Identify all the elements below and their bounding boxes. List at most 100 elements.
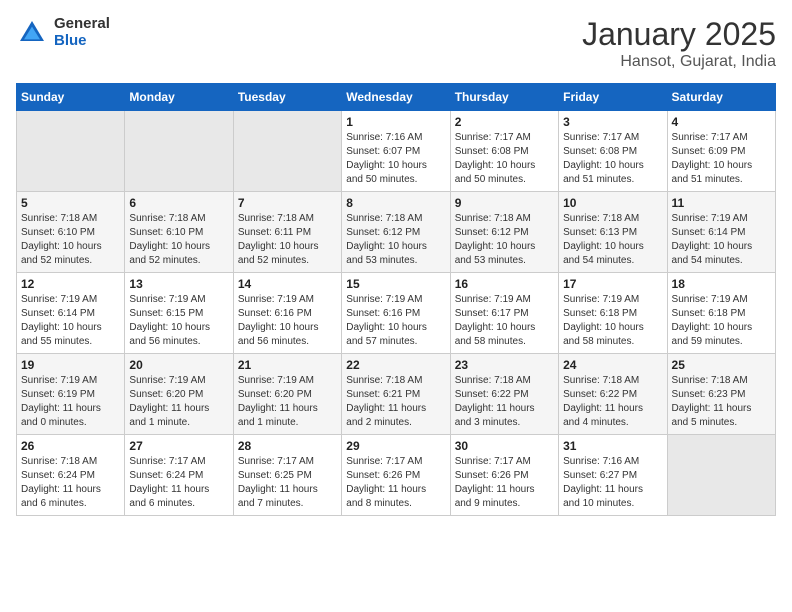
calendar-cell: 20Sunrise: 7:19 AM Sunset: 6:20 PM Dayli… (125, 354, 233, 435)
calendar-body: 1 Sunrise: 7:16 AM Sunset: 6:07 PM Daylig… (17, 111, 776, 516)
day-number: 9 (455, 196, 554, 210)
day-info: Sunrise: 7:19 AM Sunset: 6:14 PM Dayligh… (672, 212, 771, 268)
day-number: 14 (238, 277, 337, 291)
calendar-cell: 5 Sunrise: 7:18 AM Sunset: 6:10 PM Daylig… (17, 192, 125, 273)
day-number: 18 (672, 277, 771, 291)
day-number: 1 (346, 115, 445, 129)
day-number: 26 (21, 439, 120, 453)
day-info: Sunrise: 7:18 AM Sunset: 6:13 PM Dayligh… (563, 212, 662, 268)
calendar-subtitle: Hansot, Gujarat, India (582, 53, 776, 71)
day-info: Sunrise: 7:19 AM Sunset: 6:16 PM Dayligh… (346, 293, 445, 349)
calendar-cell: 14 Sunrise: 7:19 AM Sunset: 6:16 PM Dayli… (233, 273, 341, 354)
calendar-cell: 30 Sunrise: 7:17 AM Sunset: 6:26 PM Dayli… (450, 435, 558, 516)
day-number: 2 (455, 115, 554, 129)
logo-blue: Blue (54, 33, 110, 50)
weekday-header: Friday (559, 84, 667, 111)
calendar-week-row: 1 Sunrise: 7:16 AM Sunset: 6:07 PM Daylig… (17, 111, 776, 192)
day-info: Sunrise: 7:19 AM Sunset: 6:17 PM Dayligh… (455, 293, 554, 349)
calendar-week-row: 12Sunrise: 7:19 AM Sunset: 6:14 PM Dayli… (17, 273, 776, 354)
calendar-cell: 19Sunrise: 7:19 AM Sunset: 6:19 PM Dayli… (17, 354, 125, 435)
day-info: Sunrise: 7:17 AM Sunset: 6:24 PM Dayligh… (129, 455, 228, 511)
day-number: 6 (129, 196, 228, 210)
calendar-cell (125, 111, 233, 192)
calendar-cell: 22 Sunrise: 7:18 AM Sunset: 6:21 PM Dayli… (342, 354, 450, 435)
day-number: 31 (563, 439, 662, 453)
day-info: Sunrise: 7:17 AM Sunset: 6:25 PM Dayligh… (238, 455, 337, 511)
weekday-header: Thursday (450, 84, 558, 111)
calendar-cell: 12Sunrise: 7:19 AM Sunset: 6:14 PM Dayli… (17, 273, 125, 354)
day-info: Sunrise: 7:19 AM Sunset: 6:20 PM Dayligh… (238, 374, 337, 430)
calendar-cell: 7 Sunrise: 7:18 AM Sunset: 6:11 PM Daylig… (233, 192, 341, 273)
logo-icon (16, 17, 48, 49)
calendar-cell (233, 111, 341, 192)
calendar-cell: 18Sunrise: 7:19 AM Sunset: 6:18 PM Dayli… (667, 273, 775, 354)
day-number: 28 (238, 439, 337, 453)
calendar-week-row: 5 Sunrise: 7:18 AM Sunset: 6:10 PM Daylig… (17, 192, 776, 273)
calendar-cell: 13Sunrise: 7:19 AM Sunset: 6:15 PM Dayli… (125, 273, 233, 354)
day-number: 29 (346, 439, 445, 453)
day-info: Sunrise: 7:17 AM Sunset: 6:08 PM Dayligh… (563, 131, 662, 187)
title-block: January 2025 Hansot, Gujarat, India (582, 16, 776, 71)
day-info: Sunrise: 7:18 AM Sunset: 6:22 PM Dayligh… (455, 374, 554, 430)
calendar-cell: 29 Sunrise: 7:17 AM Sunset: 6:26 PM Dayli… (342, 435, 450, 516)
day-info: Sunrise: 7:18 AM Sunset: 6:11 PM Dayligh… (238, 212, 337, 268)
day-number: 24 (563, 358, 662, 372)
day-info: Sunrise: 7:17 AM Sunset: 6:26 PM Dayligh… (346, 455, 445, 511)
calendar-cell (667, 435, 775, 516)
calendar-cell: 8Sunrise: 7:18 AM Sunset: 6:12 PM Daylig… (342, 192, 450, 273)
day-number: 13 (129, 277, 228, 291)
calendar-cell: 6 Sunrise: 7:18 AM Sunset: 6:10 PM Daylig… (125, 192, 233, 273)
logo-text: General Blue (54, 16, 110, 49)
day-number: 7 (238, 196, 337, 210)
page-header: General Blue January 2025 Hansot, Gujara… (16, 16, 776, 71)
calendar-cell: 16 Sunrise: 7:19 AM Sunset: 6:17 PM Dayli… (450, 273, 558, 354)
calendar-cell: 17Sunrise: 7:19 AM Sunset: 6:18 PM Dayli… (559, 273, 667, 354)
day-info: Sunrise: 7:18 AM Sunset: 6:10 PM Dayligh… (129, 212, 228, 268)
day-number: 17 (563, 277, 662, 291)
day-info: Sunrise: 7:18 AM Sunset: 6:12 PM Dayligh… (455, 212, 554, 268)
day-info: Sunrise: 7:16 AM Sunset: 6:27 PM Dayligh… (563, 455, 662, 511)
day-number: 25 (672, 358, 771, 372)
weekday-header: Saturday (667, 84, 775, 111)
day-number: 11 (672, 196, 771, 210)
day-info: Sunrise: 7:17 AM Sunset: 6:09 PM Dayligh… (672, 131, 771, 187)
logo-general: General (54, 16, 110, 33)
day-number: 12 (21, 277, 120, 291)
calendar-cell: 26 Sunrise: 7:18 AM Sunset: 6:24 PM Dayli… (17, 435, 125, 516)
calendar-table: SundayMondayTuesdayWednesdayThursdayFrid… (16, 83, 776, 516)
day-info: Sunrise: 7:17 AM Sunset: 6:26 PM Dayligh… (455, 455, 554, 511)
day-info: Sunrise: 7:18 AM Sunset: 6:12 PM Dayligh… (346, 212, 445, 268)
day-number: 5 (21, 196, 120, 210)
calendar-cell: 10Sunrise: 7:18 AM Sunset: 6:13 PM Dayli… (559, 192, 667, 273)
weekday-header: Wednesday (342, 84, 450, 111)
weekday-header: Tuesday (233, 84, 341, 111)
day-number: 4 (672, 115, 771, 129)
calendar-cell: 4 Sunrise: 7:17 AM Sunset: 6:09 PM Daylig… (667, 111, 775, 192)
day-info: Sunrise: 7:18 AM Sunset: 6:24 PM Dayligh… (21, 455, 120, 511)
day-info: Sunrise: 7:18 AM Sunset: 6:22 PM Dayligh… (563, 374, 662, 430)
calendar-cell: 2 Sunrise: 7:17 AM Sunset: 6:08 PM Daylig… (450, 111, 558, 192)
calendar-cell: 15 Sunrise: 7:19 AM Sunset: 6:16 PM Dayli… (342, 273, 450, 354)
calendar-cell: 25 Sunrise: 7:18 AM Sunset: 6:23 PM Dayli… (667, 354, 775, 435)
calendar-cell: 23 Sunrise: 7:18 AM Sunset: 6:22 PM Dayli… (450, 354, 558, 435)
calendar-title: January 2025 (582, 16, 776, 53)
weekday-header: Monday (125, 84, 233, 111)
day-number: 16 (455, 277, 554, 291)
calendar-cell: 9 Sunrise: 7:18 AM Sunset: 6:12 PM Daylig… (450, 192, 558, 273)
day-info: Sunrise: 7:18 AM Sunset: 6:23 PM Dayligh… (672, 374, 771, 430)
day-number: 22 (346, 358, 445, 372)
calendar-cell: 31 Sunrise: 7:16 AM Sunset: 6:27 PM Dayli… (559, 435, 667, 516)
day-info: Sunrise: 7:16 AM Sunset: 6:07 PM Dayligh… (346, 131, 445, 187)
logo: General Blue (16, 16, 110, 49)
day-info: Sunrise: 7:19 AM Sunset: 6:16 PM Dayligh… (238, 293, 337, 349)
day-info: Sunrise: 7:17 AM Sunset: 6:08 PM Dayligh… (455, 131, 554, 187)
day-info: Sunrise: 7:18 AM Sunset: 6:10 PM Dayligh… (21, 212, 120, 268)
calendar-cell (17, 111, 125, 192)
day-info: Sunrise: 7:18 AM Sunset: 6:21 PM Dayligh… (346, 374, 445, 430)
day-number: 23 (455, 358, 554, 372)
calendar-cell: 1 Sunrise: 7:16 AM Sunset: 6:07 PM Daylig… (342, 111, 450, 192)
calendar-cell: 11 Sunrise: 7:19 AM Sunset: 6:14 PM Dayli… (667, 192, 775, 273)
day-number: 15 (346, 277, 445, 291)
calendar-header: SundayMondayTuesdayWednesdayThursdayFrid… (17, 84, 776, 111)
day-number: 30 (455, 439, 554, 453)
